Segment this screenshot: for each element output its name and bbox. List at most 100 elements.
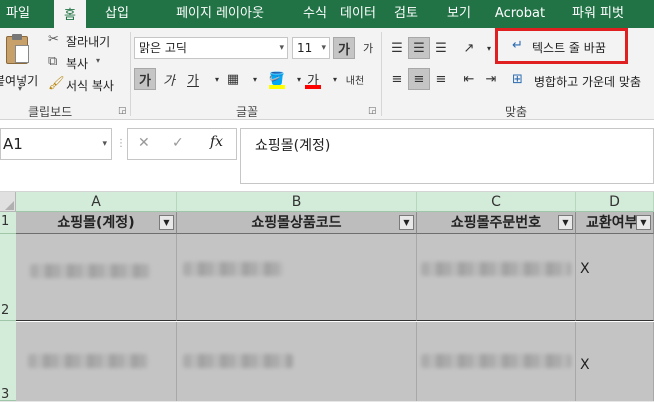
- format-painter-button[interactable]: 🖌 서식 복사: [48, 76, 128, 94]
- increase-font-size-button[interactable]: 가: [333, 37, 355, 59]
- group-divider: [381, 32, 382, 116]
- row-header-1[interactable]: 1: [0, 212, 16, 234]
- redacted-text: [28, 354, 148, 368]
- borders-icon[interactable]: ▦: [222, 68, 244, 90]
- row-header-3[interactable]: 3: [0, 321, 16, 402]
- copy-button[interactable]: ⧉ 복사 ▾: [48, 54, 128, 72]
- table-header-cell[interactable]: 교환여부 ▼: [576, 212, 654, 234]
- merge-center-button[interactable]: ⊞ 병합하고 가운데 맞춤: [512, 70, 654, 92]
- format-painter-label: 서식 복사: [66, 79, 114, 93]
- formula-input[interactable]: 쇼핑몰(계정): [240, 128, 654, 184]
- table-header-label: 교환여부: [586, 215, 638, 231]
- wrap-text-highlight-box: [495, 28, 628, 64]
- column-header-a[interactable]: A: [16, 192, 177, 212]
- table-cell[interactable]: [417, 322, 576, 401]
- name-box[interactable]: A1 ▾: [0, 128, 112, 160]
- align-left-icon[interactable]: ≡: [386, 68, 408, 90]
- enter-icon[interactable]: ✓: [172, 135, 184, 151]
- select-all-corner[interactable]: [0, 192, 16, 212]
- tab-view[interactable]: 보기: [440, 0, 478, 28]
- dialog-launcher-icon[interactable]: ◲: [118, 106, 127, 116]
- tab-file[interactable]: 파일: [0, 0, 36, 28]
- merge-center-icon: ⊞: [512, 72, 523, 87]
- paintbrush-icon: 🖌: [48, 76, 65, 91]
- formula-content: 쇼핑몰(계정): [255, 138, 331, 154]
- redacted-text: [421, 262, 571, 276]
- font-name-dropdown[interactable]: 맑은 고딕 ▾: [134, 37, 288, 59]
- exchange-value: X: [580, 261, 590, 277]
- bold-button[interactable]: 가: [134, 68, 156, 90]
- formula-bar: A1 ▾ ⋮ ✕ ✓ fx 쇼핑몰(계정): [0, 120, 654, 192]
- tab-page-layout[interactable]: 페이지 레이아웃: [150, 0, 290, 28]
- tab-home[interactable]: 홈: [54, 0, 86, 28]
- column-header-b[interactable]: B: [177, 192, 417, 212]
- filter-dropdown-icon[interactable]: ▼: [636, 215, 651, 230]
- spreadsheet-grid: A B C D 1 2 3 쇼핑몰(계정) ▼ 쇼핑몰상품코드 ▼ 쇼핑몰주문번…: [0, 192, 654, 402]
- paste-button[interactable]: 붙여넣기 ▾: [0, 32, 44, 94]
- align-middle-icon[interactable]: ☰: [408, 37, 430, 59]
- decrease-font-size-button[interactable]: 가: [357, 37, 379, 59]
- font-group-label: 글꼴: [236, 105, 259, 119]
- align-top-icon[interactable]: ☰: [386, 37, 408, 59]
- table-header-label: 쇼핑몰상품코드: [251, 215, 342, 231]
- increase-font-size-label: 가: [338, 42, 350, 58]
- table-header-cell[interactable]: 쇼핑몰상품코드 ▼: [177, 212, 417, 234]
- increase-indent-icon[interactable]: ⇥: [480, 68, 502, 90]
- phonetic-guide-button[interactable]: 내천: [342, 68, 368, 90]
- chevron-down-icon[interactable]: ▾: [244, 68, 266, 90]
- table-cell[interactable]: [16, 322, 177, 401]
- font-color-button[interactable]: 가: [302, 68, 324, 90]
- copy-icon: ⧉: [48, 54, 58, 69]
- filter-dropdown-icon[interactable]: ▼: [558, 215, 573, 230]
- chevron-down-icon: ▾: [279, 43, 284, 53]
- table-header-cell[interactable]: 쇼핑몰주문번호 ▼: [417, 212, 576, 234]
- tab-insert[interactable]: 삽입: [97, 0, 137, 28]
- table-header-label: 쇼핑몰주문번호: [450, 215, 542, 231]
- table-cell[interactable]: [177, 322, 417, 401]
- decrease-font-size-label: 가: [362, 42, 374, 55]
- filter-dropdown-icon[interactable]: ▼: [159, 215, 174, 230]
- row-header-2[interactable]: 2: [0, 234, 16, 321]
- scissors-icon: ✂: [48, 32, 59, 47]
- font-size-dropdown[interactable]: 11 ▾: [292, 37, 330, 59]
- fill-color-icon[interactable]: 🪣: [266, 68, 288, 90]
- redacted-text: [30, 264, 150, 278]
- chevron-down-icon: ▾: [102, 139, 107, 149]
- table-header-cell[interactable]: 쇼핑몰(계정) ▼: [16, 212, 177, 234]
- group-divider: [130, 32, 131, 116]
- tab-review[interactable]: 검토: [387, 0, 425, 28]
- column-header-d[interactable]: D: [576, 192, 654, 212]
- tab-acrobat[interactable]: Acrobat: [490, 0, 550, 28]
- align-bottom-icon[interactable]: ☰: [430, 37, 452, 59]
- underline-button[interactable]: 가: [182, 68, 204, 90]
- cut-button[interactable]: ✂ 잘라내기: [48, 32, 128, 50]
- cut-label: 잘라내기: [66, 35, 111, 49]
- row-number: 3: [1, 387, 10, 402]
- italic-label: 가: [163, 73, 175, 89]
- table-cell[interactable]: X: [576, 322, 654, 401]
- align-right-icon[interactable]: ≡: [430, 68, 452, 90]
- table-cell[interactable]: [177, 234, 417, 321]
- dialog-launcher-icon[interactable]: ◲: [368, 106, 377, 116]
- table-header-label: 쇼핑몰(계정): [57, 215, 135, 231]
- clipboard-group-label: 클립보드: [28, 105, 73, 119]
- underline-label: 가: [187, 73, 199, 89]
- phonetic-guide-label: 내천: [345, 75, 365, 87]
- merge-center-label: 병합하고 가운데 맞춤: [534, 75, 641, 89]
- row-number: 1: [1, 214, 10, 229]
- cancel-icon[interactable]: ✕: [138, 135, 150, 151]
- decrease-indent-icon[interactable]: ⇤: [458, 68, 480, 90]
- column-header-c[interactable]: C: [417, 192, 576, 212]
- table-cell[interactable]: [16, 234, 177, 321]
- table-cell[interactable]: [417, 234, 576, 321]
- alignment-group-label: 맞춤: [505, 105, 528, 119]
- tab-data[interactable]: 데이터: [322, 0, 394, 28]
- redacted-text: [183, 262, 283, 276]
- tab-power-pivot[interactable]: 파워 피벗: [560, 0, 636, 28]
- table-cell[interactable]: X: [576, 234, 654, 321]
- insert-function-icon[interactable]: fx: [210, 134, 223, 150]
- align-center-icon[interactable]: ≡: [408, 68, 430, 90]
- filter-dropdown-icon[interactable]: ▼: [399, 215, 414, 230]
- orientation-icon[interactable]: ↗: [458, 37, 480, 59]
- italic-button[interactable]: 가: [158, 68, 180, 90]
